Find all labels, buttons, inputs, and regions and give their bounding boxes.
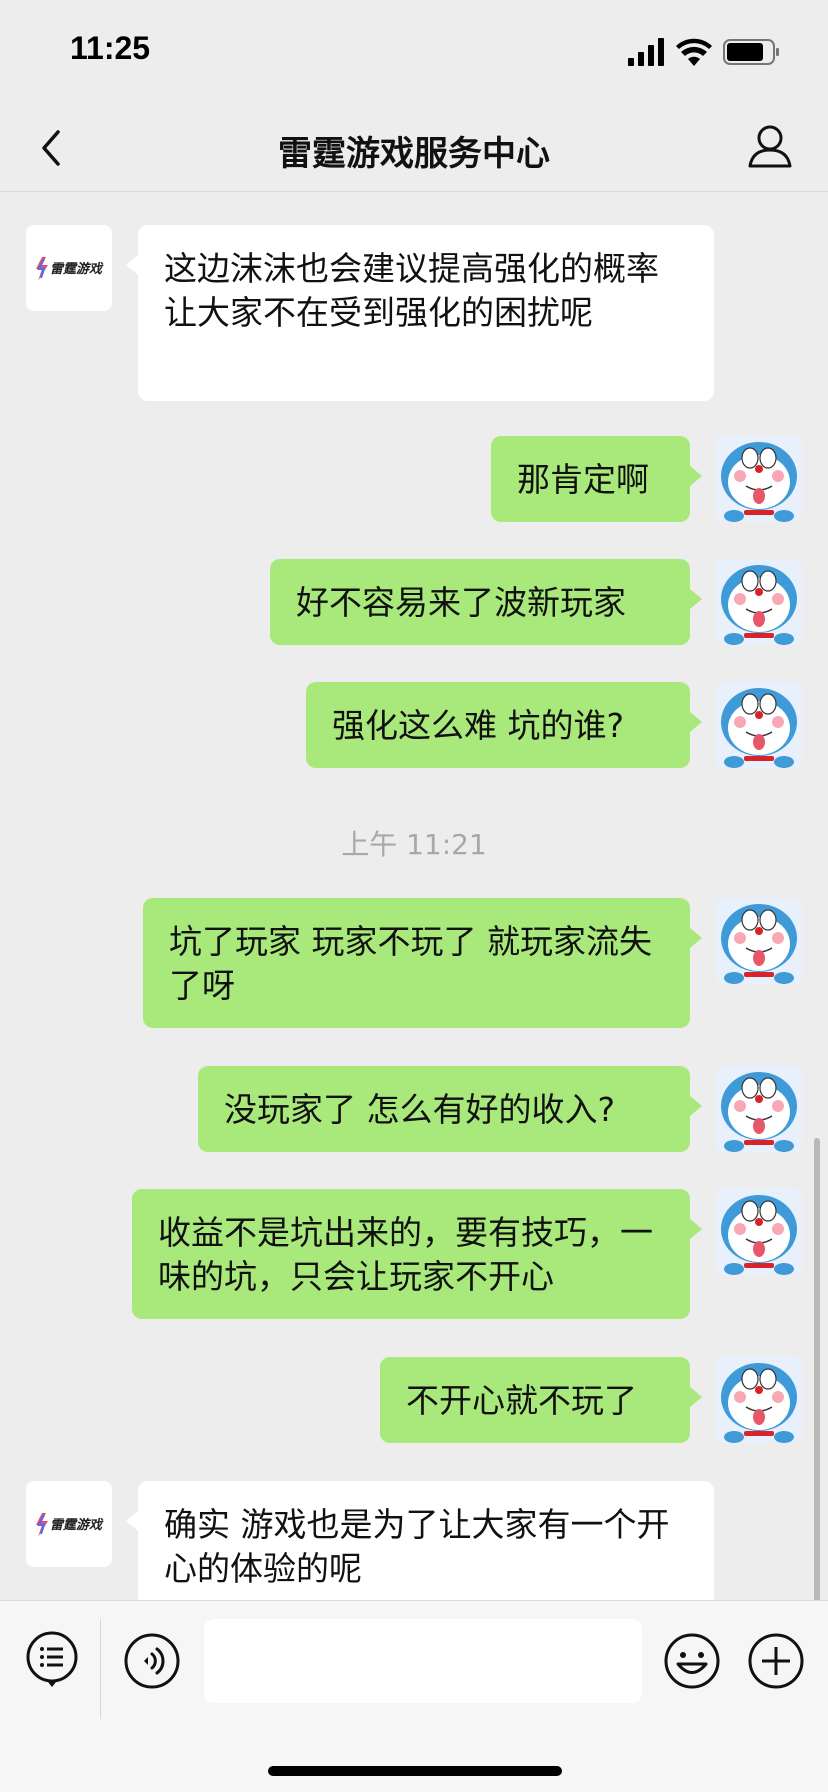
- message-row: 好不容易来了波新玩家: [0, 559, 828, 647]
- chat-header: 雷霆游戏服务中心: [0, 104, 828, 192]
- cartoon-cat-avatar-icon: [716, 682, 802, 768]
- message-bubble[interactable]: 这边沫沫也会建议提高强化的概率 让大家不在受到强化的困扰呢: [126, 225, 714, 401]
- avatar[interactable]: 雷霆游戏: [26, 225, 112, 311]
- cartoon-cat-avatar-icon: [716, 436, 802, 522]
- status-bar: 11:25: [0, 0, 828, 104]
- home-indicator: [268, 1766, 562, 1776]
- message-bubble[interactable]: 确实 游戏也是为了让大家有一个开心的体验的呢: [126, 1481, 714, 1600]
- message-bubble[interactable]: 坑了玩家 玩家不玩了 就玩家流失了呀: [143, 898, 702, 1028]
- brand-logo-icon: 雷霆游戏: [36, 1513, 104, 1537]
- message-row: 雷霆游戏 这边沫沫也会建议提高强化的概率 让大家不在受到强化的困扰呢: [0, 225, 828, 403]
- svg-text:雷霆游戏: 雷霆游戏: [50, 1517, 104, 1533]
- voice-icon[interactable]: [122, 1631, 182, 1691]
- timestamp: 上午 11:21: [341, 828, 487, 861]
- status-icons: [628, 38, 779, 66]
- message-input[interactable]: [204, 1619, 642, 1703]
- avatar[interactable]: [716, 1189, 802, 1275]
- message-row: 没玩家了 怎么有好的收入?: [0, 1066, 828, 1154]
- avatar[interactable]: [716, 898, 802, 984]
- cartoon-cat-avatar-icon: [716, 898, 802, 984]
- battery-icon: [723, 39, 779, 65]
- input-bar: [0, 1600, 828, 1792]
- message-row: 收益不是坑出来的，要有技巧，一味的坑，只会让玩家不开心: [0, 1189, 828, 1321]
- avatar[interactable]: [716, 682, 802, 768]
- message-row: 坑了玩家 玩家不玩了 就玩家流失了呀: [0, 898, 828, 1030]
- avatar[interactable]: [716, 436, 802, 522]
- cartoon-cat-avatar-icon: [716, 1066, 802, 1152]
- message-bubble[interactable]: 不开心就不玩了: [380, 1357, 702, 1443]
- cartoon-cat-avatar-icon: [716, 1357, 802, 1443]
- list-menu-icon[interactable]: [22, 1629, 82, 1689]
- avatar[interactable]: [716, 1357, 802, 1443]
- message-bubble[interactable]: 没玩家了 怎么有好的收入?: [198, 1066, 702, 1152]
- cartoon-cat-avatar-icon: [716, 1189, 802, 1275]
- message-row: 那肯定啊: [0, 436, 828, 524]
- message-bubble[interactable]: 好不容易来了波新玩家: [270, 559, 702, 645]
- scrollbar[interactable]: [814, 1138, 820, 1600]
- avatar[interactable]: 雷霆游戏: [26, 1481, 112, 1567]
- message-row: 雷霆游戏 确实 游戏也是为了让大家有一个开心的体验的呢: [0, 1481, 828, 1600]
- avatar[interactable]: [716, 1066, 802, 1152]
- page-title: 雷霆游戏服务中心: [278, 134, 550, 174]
- message-bubble[interactable]: 收益不是坑出来的，要有技巧，一味的坑，只会让玩家不开心: [132, 1189, 702, 1319]
- message-bubble[interactable]: 那肯定啊: [491, 436, 702, 522]
- message-row: 不开心就不玩了: [0, 1357, 828, 1445]
- message-bubble[interactable]: 强化这么难 坑的谁?: [306, 682, 702, 768]
- avatar[interactable]: [716, 559, 802, 645]
- person-icon[interactable]: [742, 118, 798, 174]
- plus-icon[interactable]: [746, 1631, 806, 1691]
- wifi-icon: [676, 38, 712, 66]
- divider: [100, 1619, 101, 1719]
- status-time: 11:25: [70, 30, 151, 66]
- message-row: 强化这么难 坑的谁?: [0, 682, 828, 770]
- signal-icon: [628, 38, 664, 66]
- brand-logo-icon: 雷霆游戏: [36, 257, 104, 281]
- smiley-icon[interactable]: [662, 1631, 722, 1691]
- cartoon-cat-avatar-icon: [716, 559, 802, 645]
- chat-list[interactable]: 雷霆游戏 这边沫沫也会建议提高强化的概率 让大家不在受到强化的困扰呢 那肯定啊: [0, 193, 828, 1600]
- svg-text:雷霆游戏: 雷霆游戏: [50, 261, 104, 277]
